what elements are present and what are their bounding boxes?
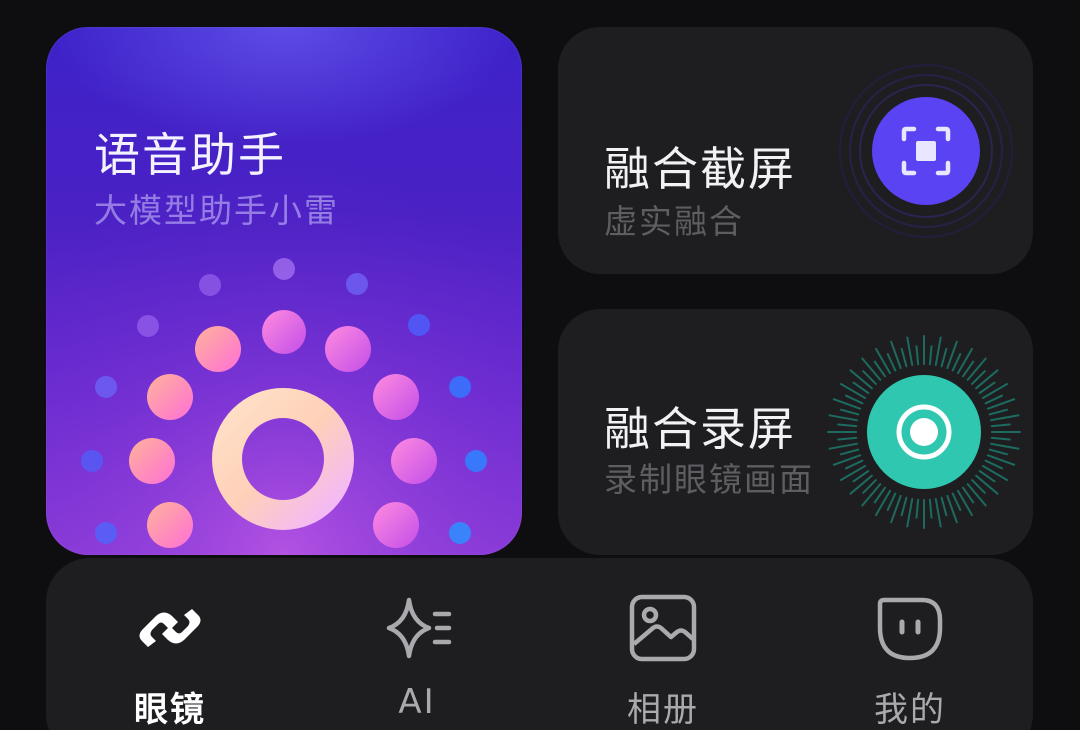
app-screen: 语音助手 大模型助手小雷 融合截屏 虚实融合 融合录屏 录制眼镜画面 眼镜 AI… [0, 0, 1080, 730]
record-ray [966, 483, 987, 507]
record-ray [990, 436, 1011, 441]
ai-sparkle-icon [386, 597, 452, 659]
record-ray [839, 383, 867, 399]
record-ray [966, 357, 987, 381]
record-ray [900, 347, 908, 368]
record-ray [981, 465, 1009, 481]
record-ray [975, 369, 999, 390]
record-card-subtitle: 录制眼镜画面 [604, 460, 814, 499]
nav-label-album: 相册 [627, 690, 699, 730]
record-ray [928, 345, 933, 366]
record-ray [990, 414, 1020, 422]
record-ray [990, 442, 1020, 450]
nav-label-ai: AI [398, 682, 436, 722]
record-ray [988, 408, 1009, 416]
fusion-record-card[interactable]: 融合录屏 录制眼镜画面 [558, 309, 1033, 555]
record-ray [957, 489, 973, 517]
record-ray [886, 353, 897, 372]
profile-face-icon [877, 597, 943, 661]
record-ray [928, 498, 933, 519]
record-ray [934, 336, 942, 366]
record-ray [988, 448, 1009, 456]
record-ray [906, 336, 914, 366]
screenshot-card-subtitle: 虚实融合 [604, 202, 744, 241]
record-ray [839, 465, 867, 481]
record-ray [828, 414, 858, 422]
bottom-navigation: 眼镜 AI 相册 我的 [46, 558, 1033, 730]
nav-tab-album[interactable]: 相册 [563, 558, 763, 730]
record-ray [990, 423, 1011, 428]
record-ray [981, 383, 1009, 399]
voice-card-subtitle: 大模型助手小雷 [94, 191, 339, 230]
record-ray [957, 347, 973, 375]
record-ray [934, 498, 942, 528]
record-ray [861, 483, 882, 507]
record-ray [940, 496, 948, 517]
voice-assistant-card[interactable]: 语音助手 大模型助手小雷 [46, 27, 522, 555]
record-ray [845, 394, 864, 405]
fusion-screenshot-card[interactable]: 融合截屏 虚实融合 [558, 27, 1033, 274]
record-ray [951, 492, 962, 511]
record-ray [875, 489, 891, 517]
record-ray [839, 448, 860, 456]
voice-orb-icon [46, 27, 522, 555]
nav-label-glasses: 眼镜 [134, 690, 206, 730]
nav-tab-me[interactable]: 我的 [810, 558, 1010, 730]
record-ray [900, 496, 908, 517]
screenshot-card-title: 融合截屏 [604, 142, 796, 196]
album-image-icon [629, 594, 697, 662]
record-ray [845, 459, 864, 470]
record-ray [837, 436, 858, 441]
record-ray [975, 474, 999, 495]
nav-tab-ai[interactable]: AI [317, 558, 517, 730]
record-ray [951, 353, 962, 372]
voice-card-title: 语音助手 [94, 128, 286, 182]
record-ray [837, 423, 858, 428]
record-ray [915, 345, 920, 366]
glasses-link-icon [139, 609, 201, 647]
record-ray [984, 394, 1003, 405]
record-ray [875, 347, 891, 375]
record-ray [915, 498, 920, 519]
nav-tab-glasses[interactable]: 眼镜 [70, 558, 270, 730]
record-card-title: 融合录屏 [604, 402, 796, 456]
record-ray [940, 347, 948, 368]
record-ray [906, 498, 914, 528]
record-ray [839, 408, 860, 416]
record-ray [849, 474, 873, 495]
record-ray [984, 459, 1003, 470]
record-ray [886, 492, 897, 511]
record-ray [861, 357, 882, 381]
record-ray [849, 369, 873, 390]
nav-label-me: 我的 [874, 690, 946, 730]
record-ray [828, 442, 858, 450]
